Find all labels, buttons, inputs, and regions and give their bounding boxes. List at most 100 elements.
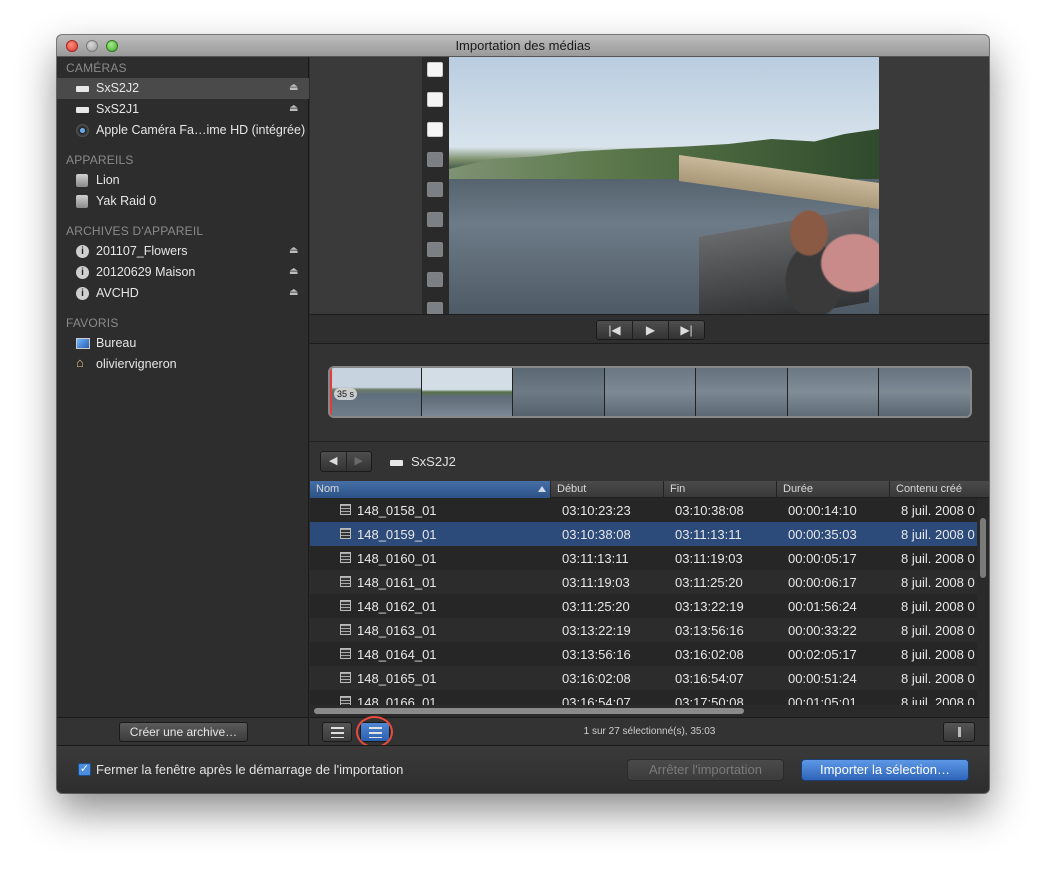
sidebar-item-yak-raid[interactable]: Yak Raid 0 — [57, 191, 309, 212]
cell-start: 03:10:23:23 — [562, 503, 631, 518]
import-selection-button[interactable]: Importer la sélection… — [801, 759, 969, 781]
sidebar-item-label: Apple Caméra Fa…ime HD (intégrée) — [96, 123, 306, 137]
column-divider[interactable] — [889, 481, 890, 498]
stop-import-button[interactable]: Arrêter l'importation — [627, 759, 784, 781]
table-row[interactable]: 148_0161_01 03:11:19:03 03:11:25:20 00:0… — [310, 570, 977, 594]
clip-icon — [340, 600, 351, 611]
eject-icon[interactable]: ⏏ — [289, 103, 298, 114]
title-bar: Importation des médias — [57, 35, 989, 57]
cell-end: 03:13:22:19 — [675, 599, 744, 614]
column-header-end[interactable]: Fin — [670, 483, 685, 495]
filmstrip-hole — [427, 152, 443, 167]
clip-icon — [340, 672, 351, 683]
table-row[interactable]: 148_0165_01 03:16:02:08 03:16:54:07 00:0… — [310, 666, 977, 690]
footer-bar: ✓ Fermer la fenêtre après le démarrage d… — [57, 745, 989, 793]
cell-end: 03:16:54:07 — [675, 671, 744, 686]
close-window-checkbox[interactable]: ✓ — [78, 763, 91, 776]
column-divider[interactable] — [550, 481, 551, 498]
vertical-scroll-thumb[interactable] — [980, 518, 986, 578]
cell-name: 148_0159_01 — [357, 527, 437, 542]
cell-created: 8 juil. 2008 0 — [901, 503, 975, 518]
clip-icon — [340, 552, 351, 563]
column-header-duration[interactable]: Durée — [783, 483, 813, 495]
sidebar-item-label: SxS2J1 — [96, 102, 140, 116]
section-header-favorites: FAVORIS — [66, 316, 119, 330]
eject-icon[interactable]: ⏏ — [289, 245, 298, 256]
sidebar-item-label: olivierv​igneron — [96, 357, 177, 371]
cell-duration: 00:00:51:24 — [788, 671, 857, 686]
play-button[interactable]: ▶ — [633, 321, 669, 339]
back-button[interactable]: ◀ — [321, 452, 346, 471]
table-row[interactable]: 148_0164_01 03:13:56:16 03:16:02:08 00:0… — [310, 642, 977, 666]
next-clip-button[interactable]: ▶| — [669, 321, 704, 339]
cell-start: 03:11:19:03 — [562, 575, 630, 590]
filmstrip-frame — [696, 368, 788, 416]
zoom-slider-button[interactable] — [943, 722, 975, 742]
table-row[interactable]: 148_0163_01 03:13:22:19 03:13:56:16 00:0… — [310, 618, 977, 642]
filmstrip-frame — [787, 368, 880, 416]
clip-icon — [340, 504, 351, 515]
sidebar-item-archive-maison[interactable]: i 20120629 Maison ⏏ — [57, 262, 309, 283]
cell-start: 03:16:02:08 — [562, 671, 631, 686]
column-divider[interactable] — [663, 481, 664, 498]
browser-nav-bar: ◀ ▶ SxS2J2 — [310, 441, 989, 481]
sidebar-item-bureau[interactable]: Bureau — [57, 333, 309, 354]
vertical-scrollbar[interactable] — [977, 498, 989, 717]
cell-start: 03:13:22:19 — [562, 623, 631, 638]
cell-end: 03:16:02:08 — [675, 647, 744, 662]
eject-icon[interactable]: ⏏ — [289, 82, 298, 93]
filmstrip-hole — [427, 272, 443, 287]
cell-end: 03:13:56:16 — [675, 623, 744, 638]
cell-duration: 00:00:35:03 — [788, 527, 857, 542]
card-icon — [76, 86, 89, 92]
forward-button[interactable]: ▶ — [345, 452, 372, 471]
eject-icon[interactable]: ⏏ — [289, 287, 298, 298]
sidebar-item-sxs2j2[interactable]: SxS2J2 ⏏ — [57, 78, 309, 99]
cell-end: 03:10:38:08 — [675, 503, 744, 518]
column-header-start[interactable]: Début — [557, 483, 586, 495]
sort-ascending-icon — [538, 486, 546, 492]
table-row[interactable]: 148_0158_01 03:10:23:23 03:10:38:08 00:0… — [310, 498, 977, 522]
filmstrip-hole — [427, 62, 443, 77]
table-row[interactable]: 148_0162_01 03:11:25:20 03:13:22:19 00:0… — [310, 594, 977, 618]
cell-duration: 00:02:05:17 — [788, 647, 857, 662]
section-header-cameras: CAMÉRAS — [66, 61, 127, 75]
clip-filmstrip[interactable]: 35 s — [328, 366, 972, 418]
preview-people — [779, 197, 879, 314]
eject-icon[interactable]: ⏏ — [289, 266, 298, 277]
playhead[interactable] — [330, 368, 332, 416]
viewer — [310, 57, 989, 317]
column-divider[interactable] — [776, 481, 777, 498]
column-header-name[interactable]: Nom — [316, 483, 339, 495]
filmstrip-view-icon — [331, 727, 344, 738]
horizontal-scrollbar[interactable] — [310, 705, 977, 717]
sidebar-item-home[interactable]: ⌂ olivierv​igneron — [57, 354, 309, 375]
filmstrip-hole — [427, 242, 443, 257]
horizontal-scroll-thumb[interactable] — [314, 708, 744, 714]
cell-end: 03:11:25:20 — [675, 575, 743, 590]
sidebar-item-archive-avchd[interactable]: i AVCHD ⏏ — [57, 283, 309, 304]
sidebar-item-lion[interactable]: Lion — [57, 170, 309, 191]
create-archive-button[interactable]: Créer une archive… — [119, 722, 248, 742]
cell-name: 148_0162_01 — [357, 599, 437, 614]
window-title: Importation des médias — [455, 38, 591, 53]
sidebar-item-facetime-camera[interactable]: Apple Caméra Fa…ime HD (intégrée) — [57, 120, 309, 141]
cell-duration: 00:01:56:24 — [788, 599, 857, 614]
sidebar-item-archive-flowers[interactable]: i 201107_Flowers ⏏ — [57, 241, 309, 262]
cell-created: 8 juil. 2008 0 — [901, 599, 975, 614]
cell-created: 8 juil. 2008 0 — [901, 647, 975, 662]
sidebar-item-label: Bureau — [96, 336, 137, 350]
current-device-label: SxS2J2 — [411, 454, 456, 469]
sidebar-item-label: Lion — [96, 173, 120, 187]
table-row-selected[interactable]: 148_0159_01 03:10:38:08 03:11:13:11 00:0… — [310, 522, 977, 546]
cell-created: 8 juil. 2008 0 — [901, 671, 975, 686]
sorted-column-highlight — [310, 481, 550, 498]
filmstrip-view-button[interactable] — [322, 722, 352, 742]
clip-icon — [340, 648, 351, 659]
sidebar-item-sxs2j1[interactable]: SxS2J1 ⏏ — [57, 99, 309, 120]
column-header-created[interactable]: Contenu créé — [896, 483, 962, 495]
table-row[interactable]: 148_0160_01 03:11:13:11 03:11:19:03 00:0… — [310, 546, 977, 570]
filmstrip-hole — [427, 92, 443, 107]
previous-clip-button[interactable]: |◀ — [597, 321, 633, 339]
video-preview[interactable] — [449, 57, 879, 314]
